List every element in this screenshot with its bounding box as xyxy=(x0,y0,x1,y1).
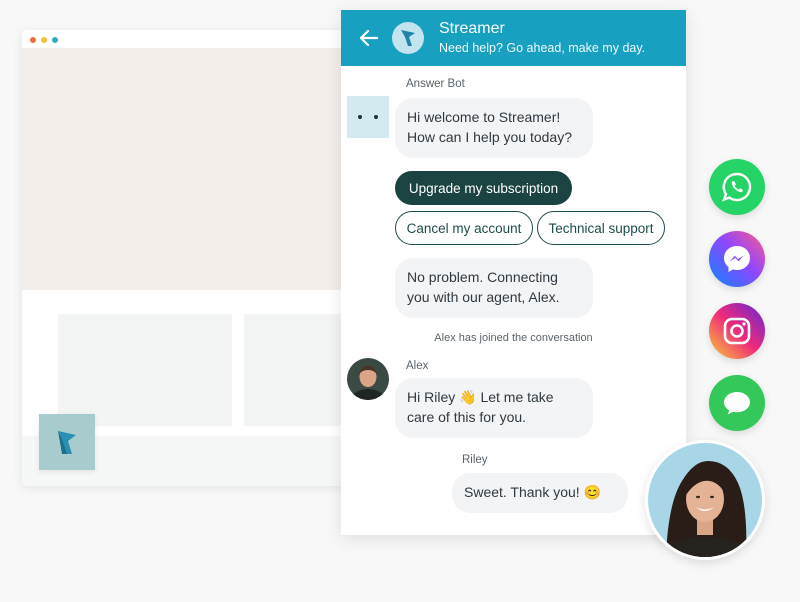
instagram-icon xyxy=(723,317,751,345)
whatsapp-icon xyxy=(721,172,752,202)
window-controls xyxy=(30,37,58,43)
customer-avatar xyxy=(645,440,765,560)
message-text: Hi welcome to Streamer! xyxy=(407,109,561,125)
quick-reply-technical-support[interactable]: Technical support xyxy=(537,211,665,245)
messages-button[interactable] xyxy=(709,375,765,431)
chat-title: Streamer xyxy=(439,20,505,37)
close-dot xyxy=(30,37,36,43)
back-button[interactable] xyxy=(359,28,379,48)
arrow-left-icon xyxy=(360,30,378,46)
messages-icon xyxy=(724,392,750,415)
agent-photo xyxy=(347,358,389,400)
bot-message-bubble: Hi welcome to Streamer! How can I help y… xyxy=(395,98,593,158)
minimize-dot xyxy=(41,37,47,43)
agent-message-bubble: Hi Riley 👋 Let me take care of this for … xyxy=(395,378,593,438)
brand-avatar xyxy=(392,22,424,54)
message-text: How can I help you today? xyxy=(407,128,572,145)
bot-eye xyxy=(374,115,378,119)
bot-avatar xyxy=(347,96,389,138)
instagram-button[interactable] xyxy=(709,303,765,359)
streamer-logo-icon xyxy=(58,431,76,454)
hero-placeholder xyxy=(22,48,362,290)
customer-photo xyxy=(648,443,762,557)
agent-avatar xyxy=(347,358,389,400)
brand-logo-tile xyxy=(39,414,95,470)
message-text: No problem. Connecting xyxy=(407,269,558,285)
streamer-logo-icon xyxy=(401,30,415,46)
sender-label: Riley xyxy=(462,454,488,466)
chat-widget: Streamer Need help? Go ahead, make my da… xyxy=(341,10,686,535)
messenger-button[interactable] xyxy=(709,231,765,287)
system-note: Alex has joined the conversation xyxy=(434,332,593,344)
customer-message-bubble: Sweet. Thank you! 😊 xyxy=(452,473,628,513)
quick-reply-cancel[interactable]: Cancel my account xyxy=(395,211,533,245)
message-text: Hi Riley 👋 Let me take xyxy=(407,389,554,405)
chat-header: Streamer Need help? Go ahead, make my da… xyxy=(341,10,686,66)
messenger-icon xyxy=(724,246,750,272)
sender-label: Alex xyxy=(406,360,429,372)
chat-subtitle: Need help? Go ahead, make my day. xyxy=(439,41,646,55)
message-text: you with our agent, Alex. xyxy=(407,288,560,305)
whatsapp-button[interactable] xyxy=(709,159,765,215)
bot-eye xyxy=(358,115,362,119)
maximize-dot xyxy=(52,37,58,43)
quick-reply-upgrade[interactable]: Upgrade my subscription xyxy=(395,171,572,205)
bot-message-bubble: No problem. Connecting you with our agen… xyxy=(395,258,593,318)
sender-label: Answer Bot xyxy=(406,78,465,90)
content-card-placeholder xyxy=(58,314,232,426)
message-text: care of this for you. xyxy=(407,408,527,425)
